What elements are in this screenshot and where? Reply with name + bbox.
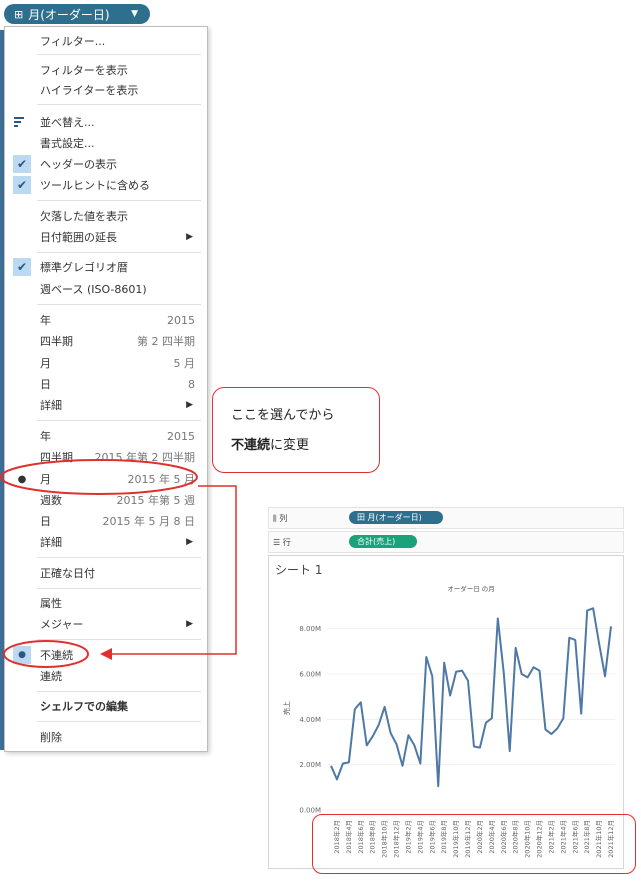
arrow-head-icon xyxy=(100,648,112,660)
chart-title: オーダー日 の月 xyxy=(447,584,495,593)
y-tick-label: 4.00M xyxy=(299,716,321,724)
y-tick-label: 2.00M xyxy=(299,761,321,769)
rows-pill[interactable]: 合計(売上) xyxy=(349,535,417,548)
annotation-connector-line xyxy=(108,485,237,655)
columns-shelf[interactable]: ⫼ 列 田 月(オーダー日) xyxy=(268,507,624,529)
highlight-ellipse-discrete xyxy=(3,640,89,668)
highlight-rect-xaxis xyxy=(312,814,636,874)
y-tick-label: 6.00M xyxy=(299,671,321,679)
y-tick-label: 0.00M xyxy=(299,807,321,815)
rows-shelf[interactable]: ☰ 行 合計(売上) xyxy=(268,531,624,553)
columns-pill[interactable]: 田 月(オーダー日) xyxy=(349,511,443,524)
rows-shelf-label: ☰ 行 xyxy=(273,538,291,547)
highlight-ellipse-month xyxy=(0,459,198,495)
series-line xyxy=(330,607,612,788)
columns-shelf-label: ⫼ 列 xyxy=(273,514,288,523)
y-tick-label: 8.00M xyxy=(299,625,321,633)
shelves: ⫼ 列 田 月(オーダー日) ☰ 行 合計(売上) xyxy=(268,507,624,553)
y-axis-label: 売上 xyxy=(282,701,291,715)
